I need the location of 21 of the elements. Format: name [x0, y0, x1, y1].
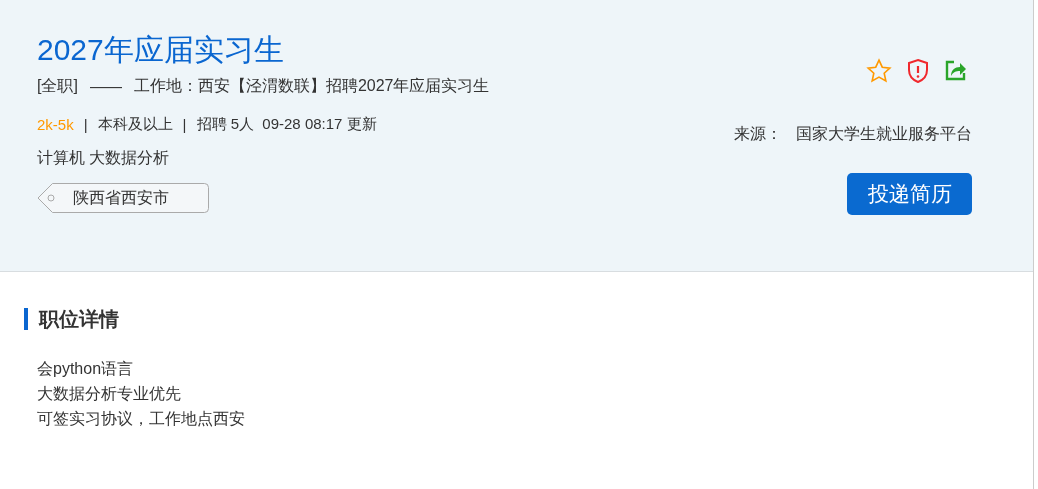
job-title: 2027年应届实习生 — [37, 32, 285, 68]
keywords: 计算机 大数据分析 — [37, 148, 170, 168]
detail-line: 大数据分析专业优先 — [37, 384, 182, 404]
recruit-info: 招聘 5人 09-28 08:17 更新 — [196, 115, 377, 134]
source-name: 国家大学生就业服务平台 — [796, 124, 972, 144]
detail-line: 会python语言 — [37, 359, 135, 379]
detail-line: 可签实习协议，工作地点西安 — [37, 409, 246, 429]
shield-alert-icon[interactable] — [906, 58, 930, 84]
salary: 2k-5k — [37, 116, 74, 133]
dash-separator: —— — [89, 77, 122, 96]
source-label: 来源： — [734, 124, 782, 144]
job-subtitle: 工作地：西安【泾渭数联】招聘2027年应届实习生 — [133, 76, 490, 96]
education: 本科及以上 — [97, 115, 173, 134]
share-icon[interactable] — [944, 58, 968, 82]
apply-button[interactable]: 投递简历 — [847, 173, 972, 215]
job-type: [全职] — [37, 76, 78, 96]
separator: | — [182, 116, 187, 133]
location-tag: 陕西省西安市 — [37, 183, 209, 213]
separator: | — [83, 116, 88, 133]
section-heading: 职位详情 — [24, 308, 1033, 330]
star-icon[interactable] — [866, 58, 892, 84]
